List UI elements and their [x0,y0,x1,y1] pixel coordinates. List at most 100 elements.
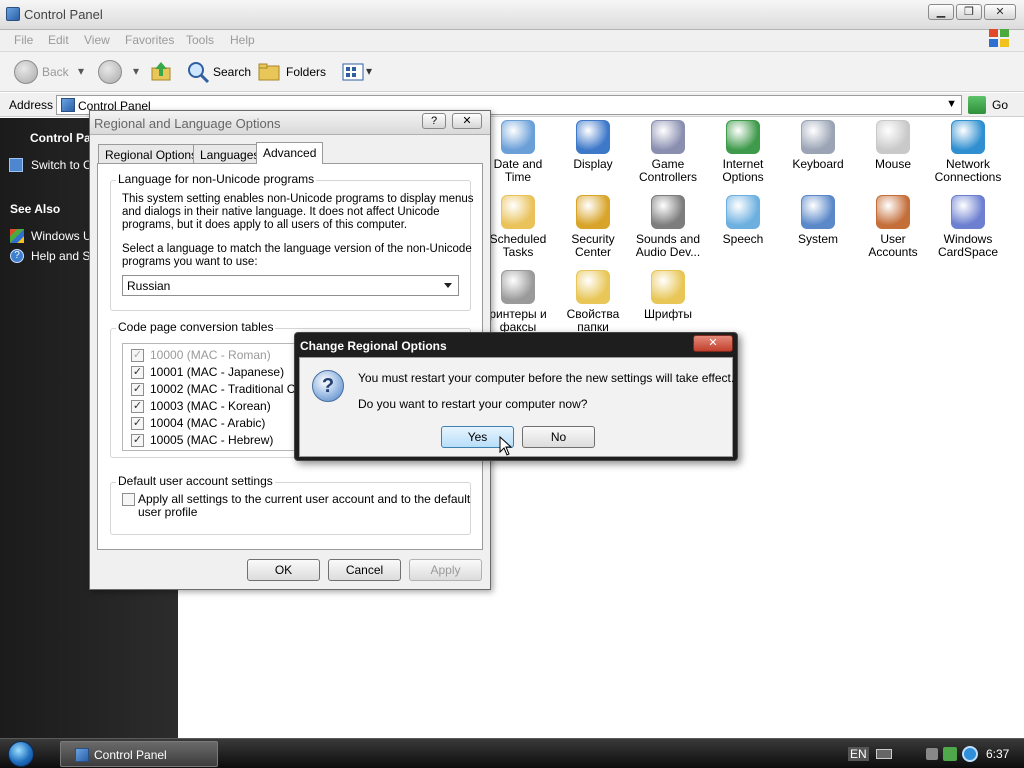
clock[interactable]: 6:37 [986,747,1009,761]
select-language-instruction: Select a language to match the language … [122,243,472,268]
folders-button-label[interactable]: Folders [286,65,326,79]
keyboard-icon[interactable] [876,749,892,759]
forward-dropdown-icon[interactable]: ▾ [133,64,139,78]
cp-item-label: Mouse [874,157,912,171]
menu-favorites[interactable]: Favorites [125,33,174,47]
mouse-icon [876,120,910,154]
sidebar-link-help[interactable]: Help and S [31,249,90,263]
cp-item-game-controllers[interactable]: Game Controllers [628,120,708,184]
cp-item-label: Windows CardSpace [937,232,999,259]
code-page-label: 10005 (MAC - Hebrew) [150,433,274,447]
control-panel-icon [75,748,89,762]
non-unicode-description: This system setting enables non-Unicode … [122,193,474,231]
checkbox[interactable]: ✓ [131,349,144,362]
cp-item-label: Шрифты [643,307,693,321]
taskbar-item-label: Control Panel [94,748,167,762]
change-regional-options-dialog: Change Regional Options ✕ ? You must res… [294,332,738,461]
menu-tools[interactable]: Tools [186,33,214,47]
display-icon [576,120,610,154]
cp-item-system[interactable]: System [778,195,858,246]
cp-item-label: Sounds and Audio Dev... [635,232,701,259]
help-button[interactable]: ? [422,113,446,129]
go-button-label[interactable]: Go [992,98,1008,112]
change-dialog-close-button[interactable]: ✕ [693,335,733,352]
cp-item-folder-options[interactable]: Свойства папки [553,270,633,334]
search-button-label[interactable]: Search [213,65,251,79]
menu-help[interactable]: Help [230,33,255,47]
back-dropdown-icon[interactable]: ▾ [78,64,84,78]
taskbar-item-control-panel[interactable]: Control Panel [60,741,218,767]
sidebar-switch-link[interactable]: Switch to C [31,158,92,172]
start-button[interactable] [8,741,34,767]
network-connections-icon [951,120,985,154]
address-folder-icon [61,98,75,112]
close-button[interactable]: ✕ [984,4,1016,20]
views-dropdown-icon[interactable]: ▾ [366,64,372,78]
maximize-button[interactable]: ❐ [956,4,982,20]
up-folder-icon[interactable] [150,60,172,82]
apply-all-label[interactable]: Apply all settings to the current user a… [138,493,470,519]
internet-options-icon [726,120,760,154]
folders-icon[interactable] [258,62,280,82]
forward-arrow-icon[interactable] [98,60,122,84]
cancel-button[interactable]: Cancel [328,559,401,581]
sidebar-link-windows-update[interactable]: Windows U [31,229,92,243]
menu-file[interactable]: File [14,33,33,47]
tab-regional-options[interactable]: Regional Options [98,144,205,164]
tab-advanced[interactable]: Advanced [256,142,324,164]
cp-item-fonts[interactable]: Шрифты [628,270,708,321]
cp-item-windows-cardspace[interactable]: Windows CardSpace [928,195,1008,259]
cp-item-label: Свойства папки [566,307,620,334]
change-dialog-title: Change Regional Options [300,339,447,353]
search-icon[interactable] [186,60,210,84]
cp-item-label: Network Connections [934,157,1002,184]
address-dropdown-icon[interactable]: ▼ [946,98,957,110]
network-icon[interactable] [943,747,957,761]
cp-item-label: Security Center [571,232,615,259]
back-arrow-icon[interactable] [14,60,38,84]
cp-item-network-connections[interactable]: Network Connections [928,120,1008,184]
tools-icon[interactable] [926,748,938,760]
cp-item-label: Display [573,157,613,171]
views-icon[interactable] [342,63,364,81]
windows-update-icon [10,229,24,243]
non-unicode-group-label: Language for non-Unicode programs [116,172,317,186]
system-icon [801,195,835,229]
cp-item-security-center[interactable]: Security Center [553,195,633,259]
update-icon[interactable] [962,746,978,762]
apply-button[interactable]: Apply [409,559,482,581]
switch-view-icon [9,158,23,172]
windows-flag-icon [989,29,1009,47]
language-select[interactable]: Russian [122,275,459,296]
go-arrow-icon[interactable] [968,96,986,114]
apply-all-checkbox[interactable] [122,493,135,506]
checkbox[interactable]: ✓ [131,400,144,413]
cp-item-user-accounts[interactable]: User Accounts [853,195,933,259]
cp-item-speech[interactable]: Speech [703,195,783,246]
code-page-label: 10003 (MAC - Korean) [150,399,271,413]
menu-view[interactable]: View [84,33,110,47]
cp-item-internet-options[interactable]: Internet Options [703,120,783,184]
user-accounts-icon [876,195,910,229]
language-indicator[interactable]: EN [848,747,869,761]
help-icon: ? [10,249,24,263]
cp-item-sounds-audio[interactable]: Sounds and Audio Dev... [628,195,708,259]
checkbox[interactable]: ✓ [131,417,144,430]
game-controllers-icon [651,120,685,154]
cp-item-mouse[interactable]: Mouse [853,120,933,171]
mouse-cursor-icon [499,436,513,456]
ok-button[interactable]: OK [247,559,320,581]
cp-item-label: Game Controllers [638,157,698,184]
cp-item-keyboard[interactable]: Keyboard [778,120,858,171]
back-button-label[interactable]: Back [42,65,69,79]
no-button[interactable]: No [522,426,595,448]
checkbox[interactable]: ✓ [131,383,144,396]
regional-close-button[interactable]: ✕ [452,113,482,129]
checkbox[interactable]: ✓ [131,434,144,447]
code-page-label: 10001 (MAC - Japanese) [150,365,285,379]
menu-edit[interactable]: Edit [48,33,69,47]
taskbar: Control Panel EN 6:37 [0,738,1024,768]
minimize-button[interactable]: ▁ [928,4,954,20]
cp-item-display[interactable]: Display [553,120,633,171]
checkbox[interactable]: ✓ [131,366,144,379]
